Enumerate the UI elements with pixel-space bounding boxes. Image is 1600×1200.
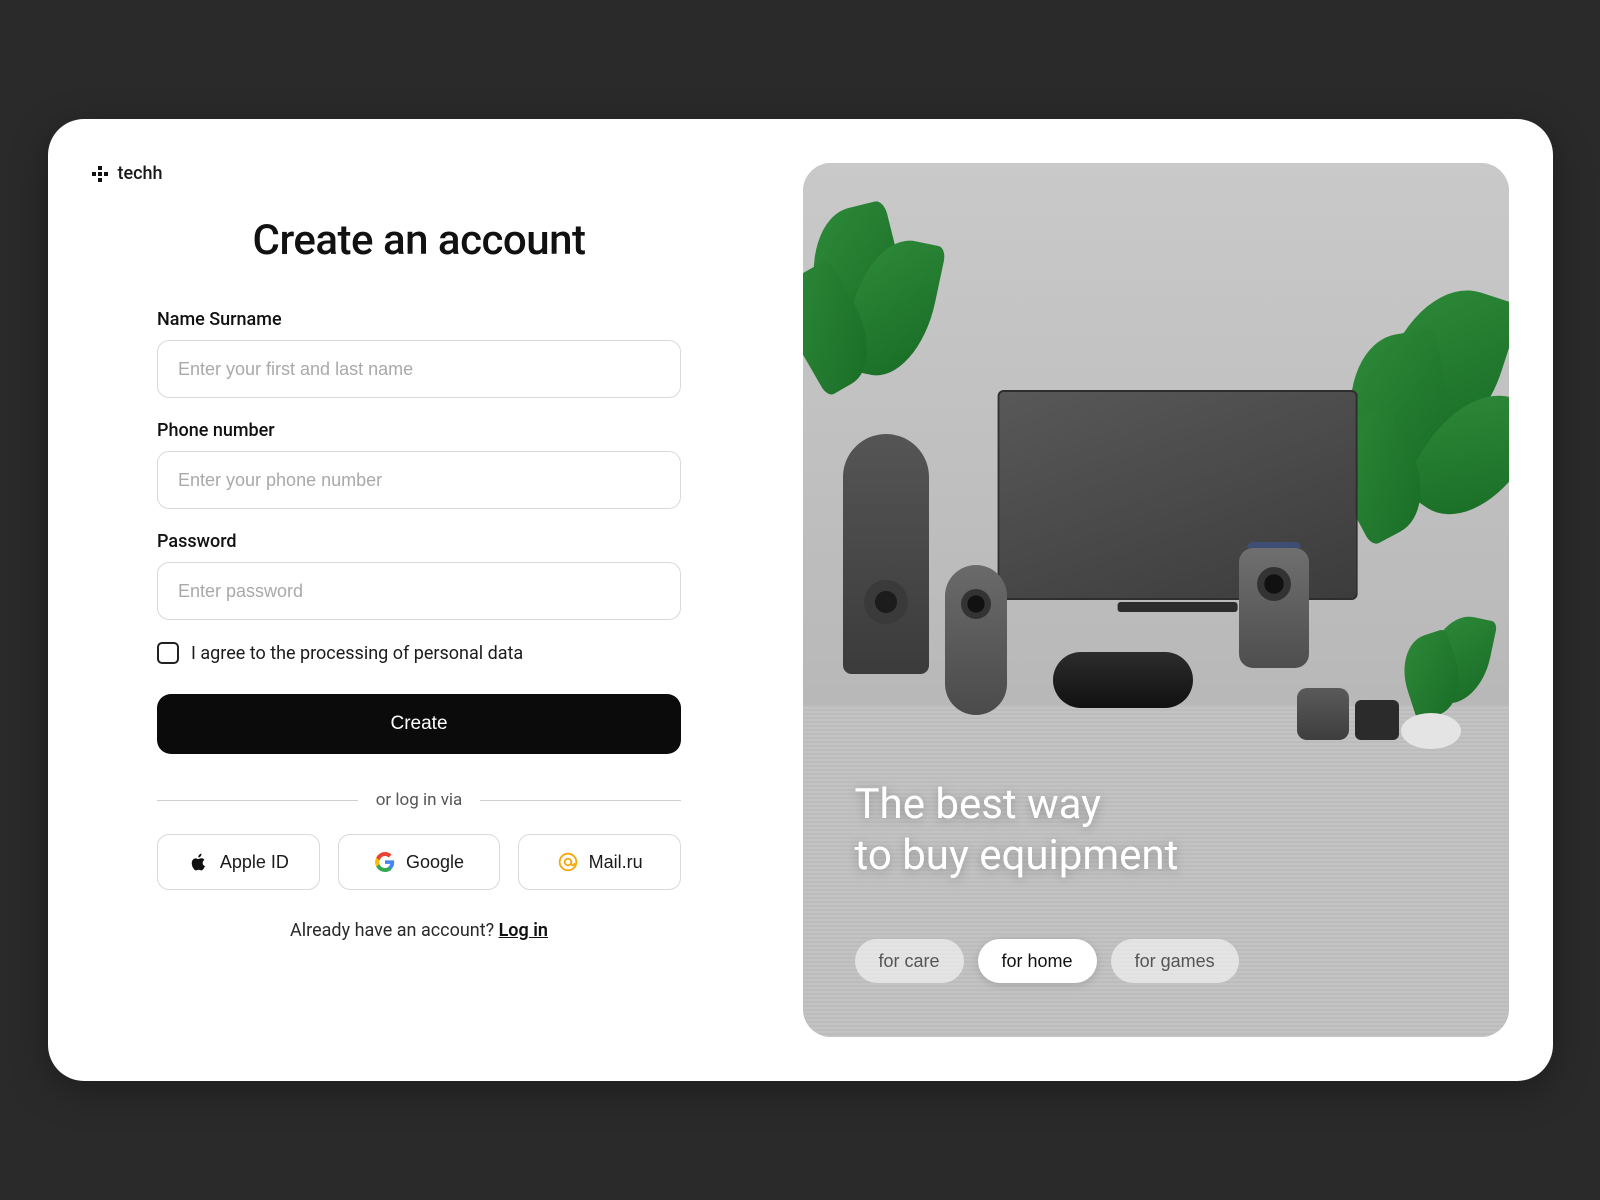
category-pills: for care for home for games (855, 939, 1239, 983)
divider-text: or log in via (376, 790, 463, 810)
create-button[interactable]: Create (157, 694, 681, 754)
mailru-login-button[interactable]: Mail.ru (518, 834, 681, 890)
login-prompt-row: Already have an account? Log in (157, 920, 681, 941)
brand-name: techh (118, 163, 163, 184)
device-icon (1297, 688, 1349, 740)
page-title: Create an account (157, 216, 681, 265)
signup-card: techh Create an account Name Surname Pho… (48, 119, 1553, 1081)
speaker-icon (843, 434, 929, 674)
password-field: Password (157, 531, 681, 620)
camera-icon (1239, 548, 1309, 668)
mailru-icon (557, 851, 579, 873)
hero-line-2: to buy equipment (855, 831, 1179, 881)
consent-checkbox[interactable] (157, 642, 179, 664)
hero-panel: The best way to buy equipment for care f… (803, 163, 1509, 1037)
pill-for-home[interactable]: for home (978, 939, 1097, 983)
name-label: Name Surname (157, 309, 681, 330)
divider-line-right (480, 800, 681, 801)
brand-logo-icon (92, 166, 108, 182)
hero-line-1: The best way (855, 780, 1179, 830)
form-panel: techh Create an account Name Surname Pho… (48, 119, 803, 1081)
password-label: Password (157, 531, 681, 552)
apple-login-label: Apple ID (220, 852, 289, 873)
signup-form: Create an account Name Surname Phone num… (157, 208, 681, 941)
google-login-button[interactable]: Google (338, 834, 501, 890)
social-divider: or log in via (157, 790, 681, 810)
mailru-login-label: Mail.ru (589, 852, 643, 873)
device-icon (1401, 713, 1461, 749)
login-prompt-text: Already have an account? (290, 920, 499, 941)
hub-icon (1053, 652, 1193, 708)
hero-headline: The best way to buy equipment (855, 780, 1179, 881)
social-login-row: Apple ID Google Mail.ru (157, 834, 681, 890)
divider-line-left (157, 800, 358, 801)
brand: techh (92, 163, 747, 184)
apple-login-button[interactable]: Apple ID (157, 834, 320, 890)
apple-icon (188, 851, 210, 873)
hero-image (803, 163, 1509, 1037)
google-login-label: Google (406, 852, 464, 873)
consent-text: I agree to the processing of personal da… (191, 643, 523, 664)
name-input[interactable] (157, 340, 681, 398)
pill-for-care[interactable]: for care (855, 939, 964, 983)
camera-icon (945, 565, 1007, 715)
google-icon (374, 851, 396, 873)
name-field: Name Surname (157, 309, 681, 398)
consent-row: I agree to the processing of personal da… (157, 642, 681, 664)
phone-label: Phone number (157, 420, 681, 441)
login-link[interactable]: Log in (499, 920, 548, 941)
phone-field: Phone number (157, 420, 681, 509)
pill-for-games[interactable]: for games (1111, 939, 1239, 983)
phone-input[interactable] (157, 451, 681, 509)
password-input[interactable] (157, 562, 681, 620)
